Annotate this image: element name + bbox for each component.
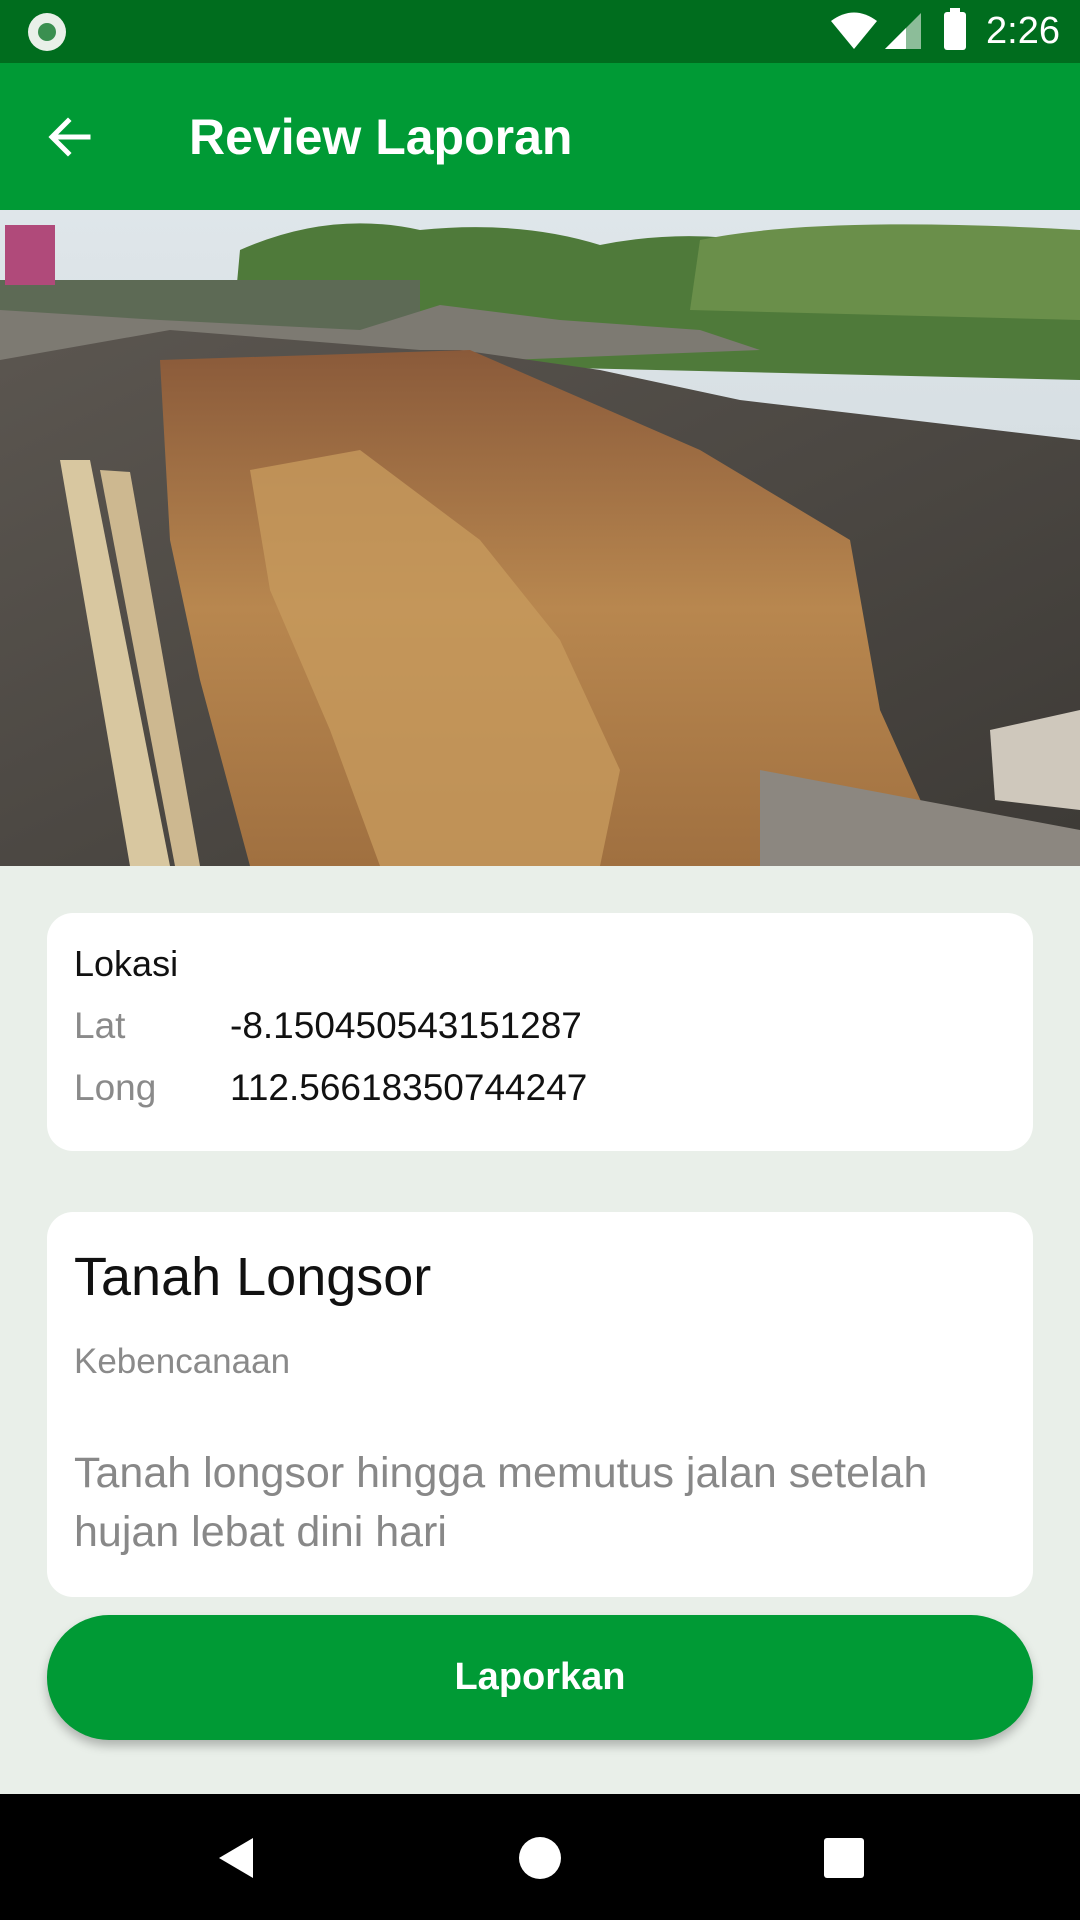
latitude-label: Lat	[74, 1005, 126, 1046]
longitude-value: 112.56618350744247	[230, 1067, 588, 1108]
longitude-label: Long	[74, 1067, 157, 1108]
latitude-value: -8.150450543151287	[230, 1005, 582, 1046]
signal-icon	[885, 13, 921, 49]
report-card: Tanah Longsor Kebencanaan Tanah longsor …	[47, 1212, 1033, 1597]
nav-recents-icon[interactable]	[820, 1834, 868, 1882]
page-title: Review Laporan	[189, 109, 573, 165]
status-bar: 2:26	[0, 0, 1080, 63]
nav-back-icon[interactable]	[213, 1834, 261, 1882]
report-title: Tanah Longsor	[74, 1247, 432, 1307]
landslide-photo	[0, 210, 1080, 866]
battery-icon	[944, 8, 966, 50]
submit-report-button[interactable]: Laporkan	[47, 1615, 1033, 1740]
status-time: 2:26	[986, 10, 1060, 52]
system-nav-bar	[0, 1794, 1080, 1920]
notification-icon	[28, 13, 66, 51]
location-card: Lokasi Lat -8.150450543151287 Long 112.5…	[47, 913, 1033, 1151]
wifi-icon	[831, 12, 877, 49]
report-description: Tanah longsor hingga memutus jalan setel…	[74, 1449, 928, 1556]
nav-home-icon[interactable]	[516, 1834, 564, 1882]
arrow-left-icon[interactable]	[44, 111, 96, 163]
location-heading: Lokasi	[74, 943, 179, 984]
app-bar: Review Laporan	[0, 63, 1080, 210]
report-category: Kebencanaan	[74, 1342, 291, 1381]
